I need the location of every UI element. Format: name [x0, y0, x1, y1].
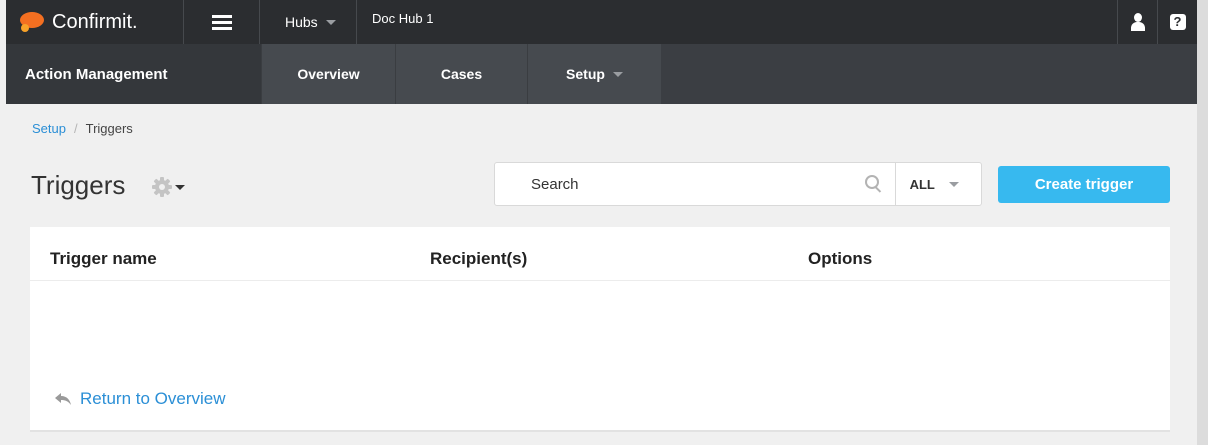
reply-arrow-icon	[55, 393, 71, 405]
filter-dropdown[interactable]: ALL	[894, 163, 981, 205]
brand-name: Confirmit.	[52, 10, 138, 33]
tab-overview[interactable]: Overview	[261, 44, 395, 104]
breadcrumb-current: Triggers	[85, 121, 133, 136]
breadcrumb: Setup / Triggers	[32, 121, 133, 136]
column-header-recipients: Recipient(s)	[430, 249, 528, 268]
menu-button[interactable]	[184, 0, 260, 44]
tab-label: Setup	[566, 66, 605, 82]
scrollbar[interactable]	[1197, 0, 1208, 445]
menu-icon	[211, 14, 232, 30]
return-label: Return to Overview	[80, 389, 226, 408]
tab-setup[interactable]: Setup	[527, 44, 661, 104]
brand[interactable]: Confirmit.	[6, 0, 184, 44]
top-bar: Confirmit. Hubs Doc Hub 1 ?	[6, 0, 1197, 44]
hubs-dropdown[interactable]: Hubs	[260, 0, 357, 44]
chevron-down-icon	[325, 19, 336, 25]
search-icon[interactable]	[864, 175, 882, 193]
tab-label: Overview	[297, 66, 360, 82]
tab-label: Cases	[440, 66, 483, 82]
settings-dropdown[interactable]	[152, 177, 185, 197]
filter-value: ALL	[909, 176, 935, 192]
return-to-overview-link[interactable]: Return to Overview	[55, 389, 226, 409]
gear-icon	[152, 177, 172, 197]
breadcrumb-setup-link[interactable]: Setup	[32, 121, 66, 136]
chevron-down-icon	[175, 184, 185, 190]
table-header: Trigger name Recipient(s) Options	[30, 227, 1170, 281]
hubs-label: Hubs	[285, 14, 318, 30]
search-box: ALL	[494, 162, 982, 206]
section-title[interactable]: Action Management	[6, 44, 261, 104]
tab-cases[interactable]: Cases	[395, 44, 527, 104]
column-header-trigger-name: Trigger name	[50, 249, 157, 268]
help-icon: ?	[1169, 14, 1186, 30]
triggers-table: Trigger name Recipient(s) Options Return…	[30, 227, 1170, 432]
create-trigger-button[interactable]: Create trigger	[998, 166, 1170, 203]
breadcrumb-separator: /	[73, 121, 78, 136]
current-hub[interactable]: Doc Hub 1	[357, 0, 433, 44]
user-icon	[1130, 13, 1146, 31]
search-input[interactable]	[495, 163, 865, 205]
confirmit-logo	[18, 11, 46, 33]
help-button[interactable]: ?	[1157, 0, 1197, 44]
user-button[interactable]	[1117, 0, 1157, 44]
chevron-down-icon	[612, 71, 623, 77]
column-header-options: Options	[808, 249, 873, 268]
page-title: Triggers	[31, 170, 126, 200]
section-nav: Action Management Overview Cases Setup	[6, 44, 1197, 104]
chevron-down-icon	[948, 181, 959, 187]
